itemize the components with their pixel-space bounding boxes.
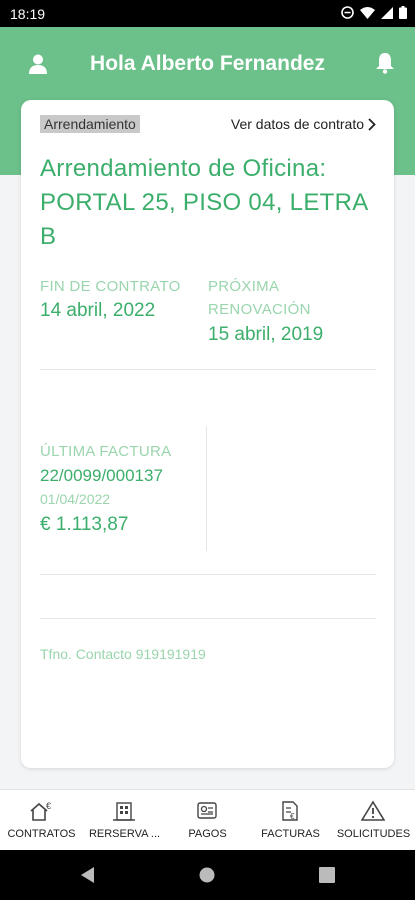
greeting-title: Hola Alberto Fernandez — [90, 52, 325, 75]
contact-phone[interactable]: Tfno. Contacto 919191919 — [40, 646, 206, 662]
invoice-number[interactable]: 22/0099/000137 — [40, 466, 163, 486]
nav-reservas[interactable]: RERSERVA ... — [83, 790, 166, 850]
wifi-icon — [360, 6, 375, 19]
invoice-date: 01/04/2022 — [40, 491, 111, 507]
nav-label: CONTRATOS — [7, 828, 76, 840]
status-icons — [341, 6, 407, 19]
back-icon[interactable] — [80, 866, 96, 884]
nav-pagos[interactable]: PAGOS — [166, 790, 249, 850]
contract-type-tag: Arrendamiento — [40, 115, 140, 133]
nav-label: RERSERVA ... — [88, 828, 161, 840]
invoice-amount: € 1.113,87 — [40, 514, 129, 535]
nav-solicitudes[interactable]: SOLICITUDES — [332, 790, 415, 850]
end-date-value: 14 abril, 2022 — [40, 300, 156, 321]
nav-facturas[interactable]: € FACTURAS — [249, 790, 332, 850]
warning-icon — [361, 800, 385, 821]
dnd-icon — [341, 6, 354, 19]
divider — [40, 574, 376, 575]
renewal-label-line1: PRÓXIMA — [208, 278, 280, 295]
signal-icon — [381, 6, 393, 19]
divider — [40, 369, 376, 370]
bottom-navigation: € CONTRATOS RERSERVA ... PAGOS € FACTURA… — [0, 789, 415, 850]
contract-card: Arrendamiento Ver datos de contrato Arre… — [21, 100, 394, 768]
building-icon — [113, 802, 135, 821]
system-navigation-bar — [0, 850, 415, 900]
bell-icon[interactable] — [375, 52, 395, 74]
house-euro-icon: € — [30, 801, 51, 821]
renewal-label-line2: RENOVACIÓN — [208, 301, 311, 318]
home-icon[interactable] — [199, 867, 215, 883]
renewal-date-value: 15 abril, 2019 — [208, 324, 324, 345]
payment-icon — [197, 802, 217, 819]
contract-details-link[interactable]: Ver datos de contrato — [231, 116, 376, 132]
svg-text:€: € — [290, 812, 295, 821]
chevron-right-icon — [368, 117, 376, 131]
end-date-label: FIN DE CONTRATO — [40, 278, 181, 295]
battery-icon — [399, 6, 407, 19]
nav-label: PAGOS — [188, 828, 227, 840]
vertical-divider — [206, 426, 207, 551]
last-invoice-label: ÚLTIMA FACTURA — [40, 443, 172, 460]
nav-label: FACTURAS — [261, 828, 320, 840]
divider — [40, 618, 376, 619]
recents-icon[interactable] — [319, 867, 335, 883]
nav-contratos[interactable]: € CONTRATOS — [0, 790, 83, 850]
contract-title: Arrendamiento de Oficina: PORTAL 25, PIS… — [40, 155, 368, 250]
invoice-icon: € — [282, 801, 298, 821]
status-bar: 18:19 — [0, 0, 415, 27]
contract-details-label: Ver datos de contrato — [230, 116, 364, 132]
nav-label: SOLICITUDES — [336, 828, 411, 840]
status-time: 18:19 — [10, 6, 46, 22]
svg-text:€: € — [46, 801, 51, 811]
